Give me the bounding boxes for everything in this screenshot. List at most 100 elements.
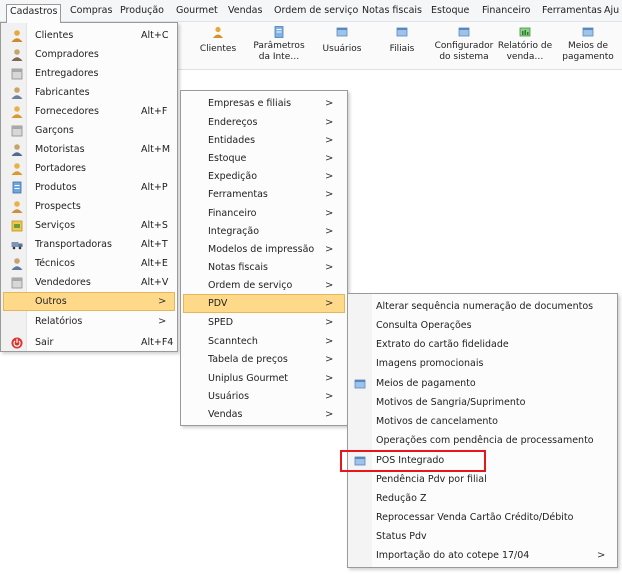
person-icon xyxy=(11,163,23,175)
menu-item-prospects[interactable]: Prospects xyxy=(3,197,175,216)
chevron-right-icon: > xyxy=(325,117,334,128)
person-icon xyxy=(11,106,23,118)
submenu-item-usuarios[interactable]: Usuários > xyxy=(183,387,345,406)
pdv-item-alterar-sequencia[interactable]: Alterar sequência numeração de documento… xyxy=(350,297,615,316)
power-icon xyxy=(11,337,23,349)
toolbar-relatorio-venda-button[interactable]: Relatório de venda… xyxy=(494,24,556,70)
menu-ordem-servico[interactable]: Ordem de serviço xyxy=(271,4,361,20)
chevron-right-icon: > xyxy=(325,280,334,291)
menu-item-vendedores[interactable]: Vendedores Alt+V xyxy=(3,273,175,292)
submenu-item-integracao[interactable]: Integração > xyxy=(183,222,345,241)
menu-ajuda[interactable]: Aju xyxy=(601,4,622,20)
submenu-item-ordem-servico[interactable]: Ordem de serviço > xyxy=(183,276,345,295)
menu-item-compradores[interactable]: Compradores xyxy=(3,45,175,64)
person-icon xyxy=(11,49,23,61)
submenu-item-tabela-precos[interactable]: Tabela de preços > xyxy=(183,350,345,369)
pdv-item-pendencia-pdv[interactable]: Pendência Pdv por filial xyxy=(350,470,615,489)
menu-bar: Cadastros Compras Produção Gourmet Venda… xyxy=(0,0,622,23)
menu-estoque[interactable]: Estoque xyxy=(428,4,472,20)
menu-compras[interactable]: Compras xyxy=(67,4,115,20)
outros-submenu: Empresas e filiais > Endereços > Entidades… xyxy=(180,90,348,426)
chevron-right-icon: > xyxy=(325,354,334,365)
submenu-item-financeiro[interactable]: Financeiro > xyxy=(183,204,345,223)
submenu-item-empresas-filiais[interactable]: Empresas e filiais > xyxy=(183,94,345,113)
pdv-item-operacoes-pendencia[interactable]: Operações com pendência de processamento xyxy=(350,431,615,450)
pdv-item-consulta-operacoes[interactable]: Consulta Operações xyxy=(350,316,615,335)
pdv-item-extrato-fidelidade[interactable]: Extrato do cartão fidelidade xyxy=(350,335,615,354)
box-icon xyxy=(11,68,23,80)
menu-item-fabricantes[interactable]: Fabricantes xyxy=(3,83,175,102)
menu-item-produtos[interactable]: Produtos Alt+P xyxy=(3,178,175,197)
submenu-item-uniplus-gourmet[interactable]: Uniplus Gourmet > xyxy=(183,369,345,388)
pdv-item-importacao-cotepe[interactable]: Importação do ato cotepe 17/04 > xyxy=(350,546,615,565)
menu-financeiro[interactable]: Financeiro xyxy=(479,4,534,20)
chevron-right-icon: > xyxy=(325,373,334,384)
submenu-item-scanntech[interactable]: Scanntech > xyxy=(183,332,345,351)
box-icon xyxy=(11,277,23,289)
menu-item-tecnicos[interactable]: Técnicos Alt+E xyxy=(3,254,175,273)
toolbar-clientes-button[interactable]: Clientes xyxy=(196,24,240,70)
person-icon xyxy=(11,87,23,99)
window-icon xyxy=(582,27,594,37)
window-icon xyxy=(354,456,366,466)
submenu-item-modelos-impressao[interactable]: Modelos de impressão > xyxy=(183,240,345,259)
pdv-item-status-pdv[interactable]: Status Pdv xyxy=(350,527,615,546)
pdv-item-reprocessar-venda[interactable]: Reprocessar Venda Cartão Crédito/Débito xyxy=(350,508,615,527)
window-icon xyxy=(336,27,348,37)
toolbar-usuarios-button[interactable]: Usuários xyxy=(319,24,365,70)
menu-item-entregadores[interactable]: Entregadores xyxy=(3,64,175,83)
menu-item-relatorios[interactable]: Relatórios > xyxy=(3,312,175,331)
toolbar-meios-pagamento-button[interactable]: Meios de pagamento xyxy=(558,24,618,70)
chevron-right-icon: > xyxy=(325,298,334,309)
toolbar-configurador-button[interactable]: Configurador do sistema xyxy=(433,24,495,70)
person-icon xyxy=(11,201,23,213)
pdv-item-pos-integrado[interactable]: POS Integrado xyxy=(350,451,615,470)
chevron-right-icon: > xyxy=(325,171,334,182)
submenu-item-notas-fiscais[interactable]: Notas fiscais > xyxy=(183,258,345,277)
menu-vendas[interactable]: Vendas xyxy=(225,4,265,20)
chevron-right-icon: > xyxy=(325,391,334,402)
menu-ferramentas[interactable]: Ferramentas xyxy=(539,4,605,20)
pdv-item-imagens-promocionais[interactable]: Imagens promocionais xyxy=(350,354,615,373)
truck-icon xyxy=(11,242,23,250)
menu-item-transportadoras[interactable]: Transportadoras Alt+T xyxy=(3,235,175,254)
chevron-right-icon: > xyxy=(325,262,334,273)
menu-item-sair[interactable]: Sair Alt+F4 xyxy=(3,333,175,352)
chevron-right-icon: > xyxy=(325,135,334,146)
chevron-right-icon: > xyxy=(325,153,334,164)
chevron-right-icon: > xyxy=(325,336,334,347)
pdv-item-motivos-sangria[interactable]: Motivos de Sangria/Suprimento xyxy=(350,393,615,412)
window-icon xyxy=(354,379,366,389)
window-icon xyxy=(396,27,408,37)
chevron-right-icon: > xyxy=(325,208,334,219)
chevron-right-icon: > xyxy=(325,317,334,328)
person-icon xyxy=(11,144,23,156)
menu-producao[interactable]: Produção xyxy=(117,4,167,20)
chevron-right-icon: > xyxy=(325,244,334,255)
pdv-item-reducao-z[interactable]: Redução Z xyxy=(350,489,615,508)
pdv-item-meios-pagamento[interactable]: Meios de pagamento xyxy=(350,374,615,393)
menu-item-outros[interactable]: Outros > xyxy=(3,292,175,311)
menu-item-garcons[interactable]: Garçons xyxy=(3,121,175,140)
submenu-item-vendas[interactable]: Vendas > xyxy=(183,405,345,424)
submenu-item-expedicao[interactable]: Expedição > xyxy=(183,167,345,186)
person-icon xyxy=(213,26,223,38)
submenu-item-estoque[interactable]: Estoque > xyxy=(183,149,345,168)
menu-gourmet[interactable]: Gourmet xyxy=(173,4,221,20)
submenu-item-sped[interactable]: SPED > xyxy=(183,313,345,332)
cadastros-menu: Clientes Alt+C Compradores Entregadores … xyxy=(0,22,178,352)
pdv-item-motivos-cancelamento[interactable]: Motivos de cancelamento xyxy=(350,412,615,431)
submenu-item-ferramentas[interactable]: Ferramentas > xyxy=(183,185,345,204)
menu-notas-fiscais[interactable]: Notas fiscais xyxy=(359,4,425,20)
menu-item-portadores[interactable]: Portadores xyxy=(3,159,175,178)
toolbar-parametros-button[interactable]: Parâmetros da Inte… xyxy=(248,24,310,70)
submenu-item-enderecos[interactable]: Endereços > xyxy=(183,113,345,132)
menu-item-clientes[interactable]: Clientes Alt+C xyxy=(3,26,175,45)
toolbar-filiais-button[interactable]: Filiais xyxy=(382,24,422,70)
menu-cadastros[interactable]: Cadastros xyxy=(6,4,62,23)
menu-item-fornecedores[interactable]: Fornecedores Alt+F xyxy=(3,102,175,121)
submenu-item-entidades[interactable]: Entidades > xyxy=(183,131,345,150)
menu-item-motoristas[interactable]: Motoristas Alt+M xyxy=(3,140,175,159)
submenu-item-pdv[interactable]: PDV > xyxy=(183,294,345,313)
menu-item-servicos[interactable]: Serviços Alt+S xyxy=(3,216,175,235)
